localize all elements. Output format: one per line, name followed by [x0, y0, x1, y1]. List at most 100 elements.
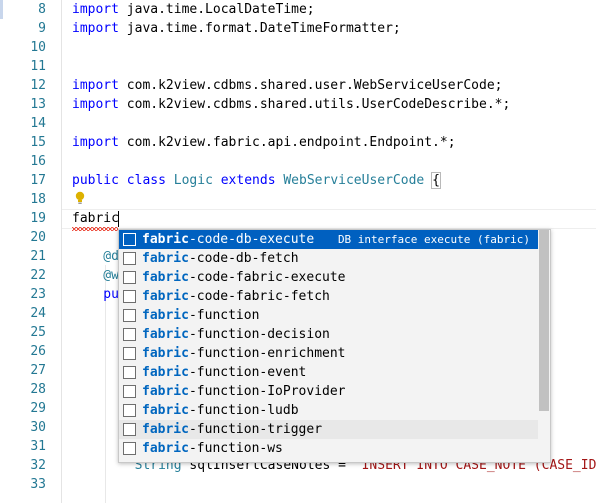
code-line[interactable]: 14 [0, 114, 596, 133]
code-line[interactable]: 15 import com.k2view.fabric.api.endpoint.… [0, 133, 596, 152]
code-text[interactable]: public class Logic extends WebServiceUse… [72, 171, 441, 190]
suggest-item[interactable]: fabric-function-trigger [119, 420, 538, 439]
line-number: 26 [30, 344, 46, 359]
code-token: com.k2view.fabric.api.endpoint.Endpoint.… [118, 135, 456, 150]
suggest-item-label: fabric-function-ws [142, 439, 283, 458]
suggest-widget[interactable]: fabric -code-db-execute DB interface execu… [118, 229, 551, 463]
code-line[interactable]: 19 fabric [0, 209, 596, 228]
suggest-item[interactable]: fabric-code-db-fetch [119, 249, 538, 268]
suggest-item-rest: -function-trigger [188, 422, 323, 437]
suggest-item-rest: -function-enrichment [188, 346, 346, 361]
code-text[interactable]: import java.time.LocalDateTime; [72, 0, 315, 19]
line-number: 31 [30, 439, 46, 454]
code-line[interactable]: 10 [0, 38, 596, 57]
suggest-item[interactable]: fabric-function-ws [119, 439, 538, 458]
suggest-item[interactable]: fabric-function [119, 306, 538, 325]
code-line[interactable]: 11 [0, 57, 596, 76]
line-number: 12 [30, 78, 46, 93]
code-token: fabric [72, 211, 119, 226]
code-line[interactable]: 8 import java.time.LocalDateTime; [0, 0, 596, 19]
code-line[interactable]: 9 import java.time.format.DateTimeFormatt… [0, 19, 596, 38]
suggest-item-match: fabric [142, 308, 189, 323]
suggest-item[interactable]: fabric-function-event [119, 363, 538, 382]
line-number: 10 [30, 40, 46, 55]
code-text[interactable]: import com.k2view.cdbms.shared.utils.Use… [72, 95, 510, 114]
suggest-scrollbar[interactable] [539, 230, 549, 462]
suggest-item[interactable]: fabric-function-ludb [119, 401, 538, 420]
suggest-scrollbar-thumb[interactable] [539, 230, 549, 411]
code-line[interactable]: 12 import com.k2view.cdbms.shared.user.We… [0, 76, 596, 95]
suggest-item-match: fabric [142, 422, 189, 437]
code-token: @w [72, 268, 119, 283]
snippet-icon [123, 423, 136, 436]
code-text[interactable]: @d [72, 247, 119, 266]
code-text[interactable]: fabric [72, 209, 119, 228]
code-line[interactable]: 18 [0, 190, 596, 209]
code-line[interactable]: 16 [0, 152, 596, 171]
snippet-icon [123, 404, 136, 417]
code-text[interactable]: import com.k2view.fabric.api.endpoint.En… [72, 133, 456, 152]
suggest-item-rest: -code-fabric-fetch [188, 289, 330, 304]
code-token: WebServiceUserCode [283, 173, 425, 188]
code-token: public [72, 173, 119, 188]
snippet-icon [123, 347, 136, 360]
code-token: import [72, 135, 119, 150]
suggest-item-label: fabric-function-ludb [142, 401, 299, 420]
line-number: 20 [30, 230, 46, 245]
line-number: 8 [38, 2, 46, 17]
suggest-item[interactable]: fabric-function-decision [119, 325, 538, 344]
code-line[interactable]: 33 [0, 475, 596, 494]
code-token: extends [220, 173, 276, 188]
suggest-item-detail: DB interface execute (fabric) [337, 233, 530, 246]
suggest-item-rest: -function-decision [188, 327, 330, 342]
line-number: 21 [30, 249, 46, 264]
snippet-icon [123, 271, 136, 284]
line-number: 22 [30, 268, 46, 283]
code-token: import [72, 78, 119, 93]
suggest-item-match: fabric [142, 384, 189, 399]
line-number: 9 [38, 21, 46, 36]
lightbulb-icon[interactable] [75, 191, 85, 205]
line-number: 28 [30, 382, 46, 397]
suggest-item-match: fabric [142, 346, 189, 361]
code-line[interactable]: 13 import com.k2view.cdbms.shared.utils.U… [0, 95, 596, 114]
error-squiggle [72, 227, 118, 231]
suggest-item-label: fabric-function [142, 306, 259, 325]
suggest-item-match: fabric [142, 403, 189, 418]
code-text[interactable]: import com.k2view.cdbms.shared.user.WebS… [72, 76, 502, 95]
line-number: 24 [30, 306, 46, 321]
line-number: 16 [30, 154, 46, 169]
suggest-item[interactable]: fabric-code-db-execute DB interface execu… [119, 230, 538, 249]
line-number: 25 [30, 325, 46, 340]
snippet-icon [123, 328, 136, 341]
line-number: 30 [30, 420, 46, 435]
line-number: 11 [30, 59, 46, 74]
line-number: 29 [30, 401, 46, 416]
suggest-item[interactable]: fabric-code-fabric-fetch [119, 287, 538, 306]
snippet-icon [123, 252, 136, 265]
suggest-item-rest: -function-ws [188, 441, 283, 456]
suggest-item-match: fabric [142, 289, 189, 304]
snippet-icon [123, 233, 136, 246]
suggest-item[interactable]: fabric-function-IoProvider [119, 382, 538, 401]
snippet-icon [123, 309, 136, 322]
suggest-item-label: fabric-function-enrichment [142, 344, 346, 363]
suggest-item[interactable]: fabric-function-enrichment [119, 344, 538, 363]
suggest-item-label: fabric-function-decision [142, 325, 330, 344]
line-number: 19 [30, 211, 46, 226]
code-token: com.k2view.cdbms.shared.utils.UserCodeDe… [118, 97, 511, 112]
line-number: 23 [30, 287, 46, 302]
code-line[interactable]: 17 public class Logic extends WebServiceU… [0, 171, 596, 190]
code-token: { [431, 172, 441, 189]
snippet-icon [123, 290, 136, 303]
code-token: java.time.LocalDateTime; [118, 2, 315, 17]
code-text[interactable]: import java.time.format.DateTimeFormatte… [72, 19, 401, 38]
code-token: import [72, 21, 119, 36]
line-number: 33 [30, 477, 46, 492]
snippet-icon [123, 366, 136, 379]
suggest-item-rest: -code-db-execute [188, 232, 315, 247]
suggest-item[interactable]: fabric-code-fabric-execute [119, 268, 538, 287]
suggest-item-rest: -function-ludb [188, 403, 299, 418]
